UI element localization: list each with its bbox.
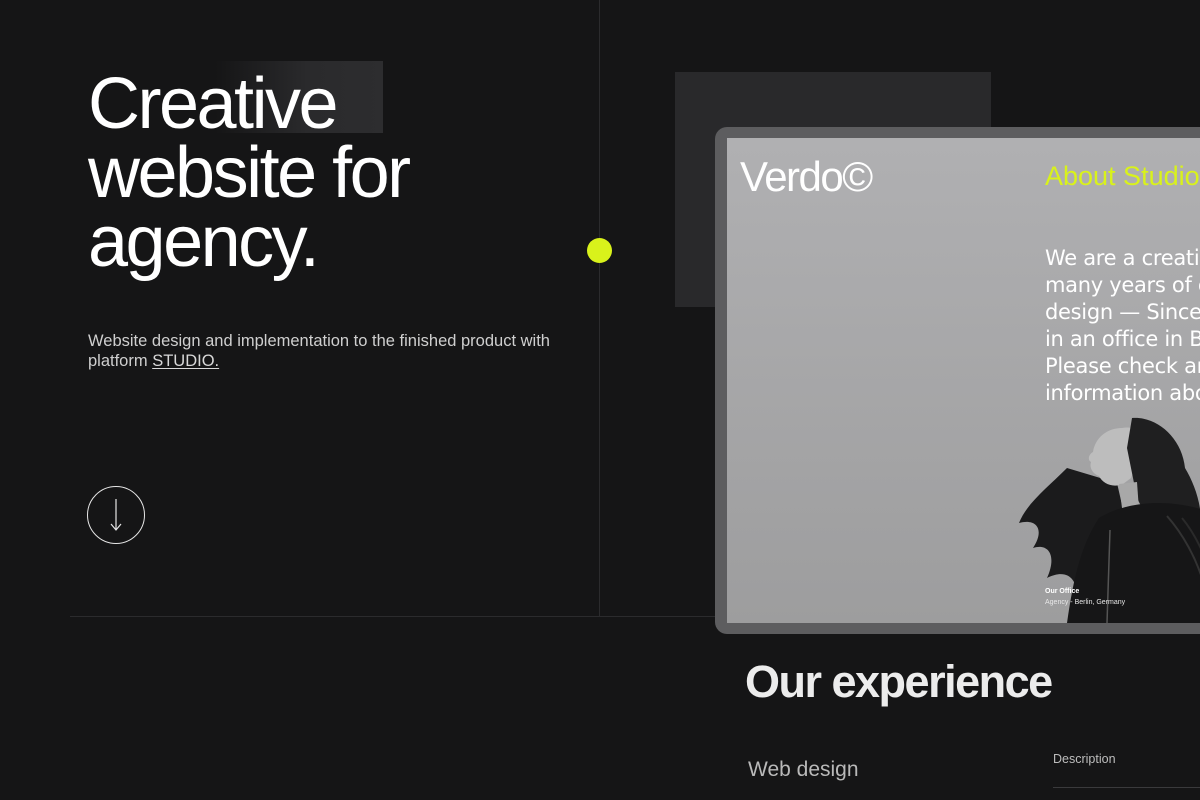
- about-line: information abo: [1045, 381, 1200, 405]
- about-line: design — Since: [1045, 300, 1200, 324]
- about-text: We are a creativ many years of e design …: [1045, 245, 1200, 407]
- experience-item-web-design[interactable]: Web design: [748, 757, 859, 783]
- office-title: Our Office: [1045, 588, 1080, 595]
- description-divider: [1053, 787, 1200, 788]
- preview-logo[interactable]: Verdo©: [740, 152, 873, 202]
- hero-title-line: agency.: [88, 202, 320, 282]
- arrow-down-icon: [110, 499, 122, 531]
- about-line: Please check ar: [1045, 354, 1200, 378]
- hero-title-line: website for: [88, 133, 411, 213]
- vertical-divider: [599, 0, 600, 616]
- description-label: Description: [1053, 752, 1116, 766]
- hero-subtitle: Website design and implementation to the…: [88, 331, 558, 371]
- scroll-down-button[interactable]: [87, 486, 145, 544]
- landing-page: Creative website for agency. Website des…: [0, 0, 1200, 800]
- about-line: in an office in B: [1045, 327, 1200, 351]
- accent-dot: [587, 238, 612, 263]
- hero-title-line: Creative: [88, 64, 339, 144]
- about-heading: About Studio: [1045, 161, 1200, 191]
- experience-title: Our experience: [745, 656, 1053, 707]
- studio-link[interactable]: STUDIO.: [152, 352, 219, 370]
- office-location: Agency - Berlin, Germany: [1045, 599, 1126, 606]
- about-line: We are a creativ: [1045, 246, 1200, 270]
- about-line: many years of e: [1045, 273, 1200, 297]
- site-preview[interactable]: Verdo© About Studio We are a creativ man…: [727, 138, 1200, 623]
- hero-title: Creative website for agency.: [88, 64, 548, 282]
